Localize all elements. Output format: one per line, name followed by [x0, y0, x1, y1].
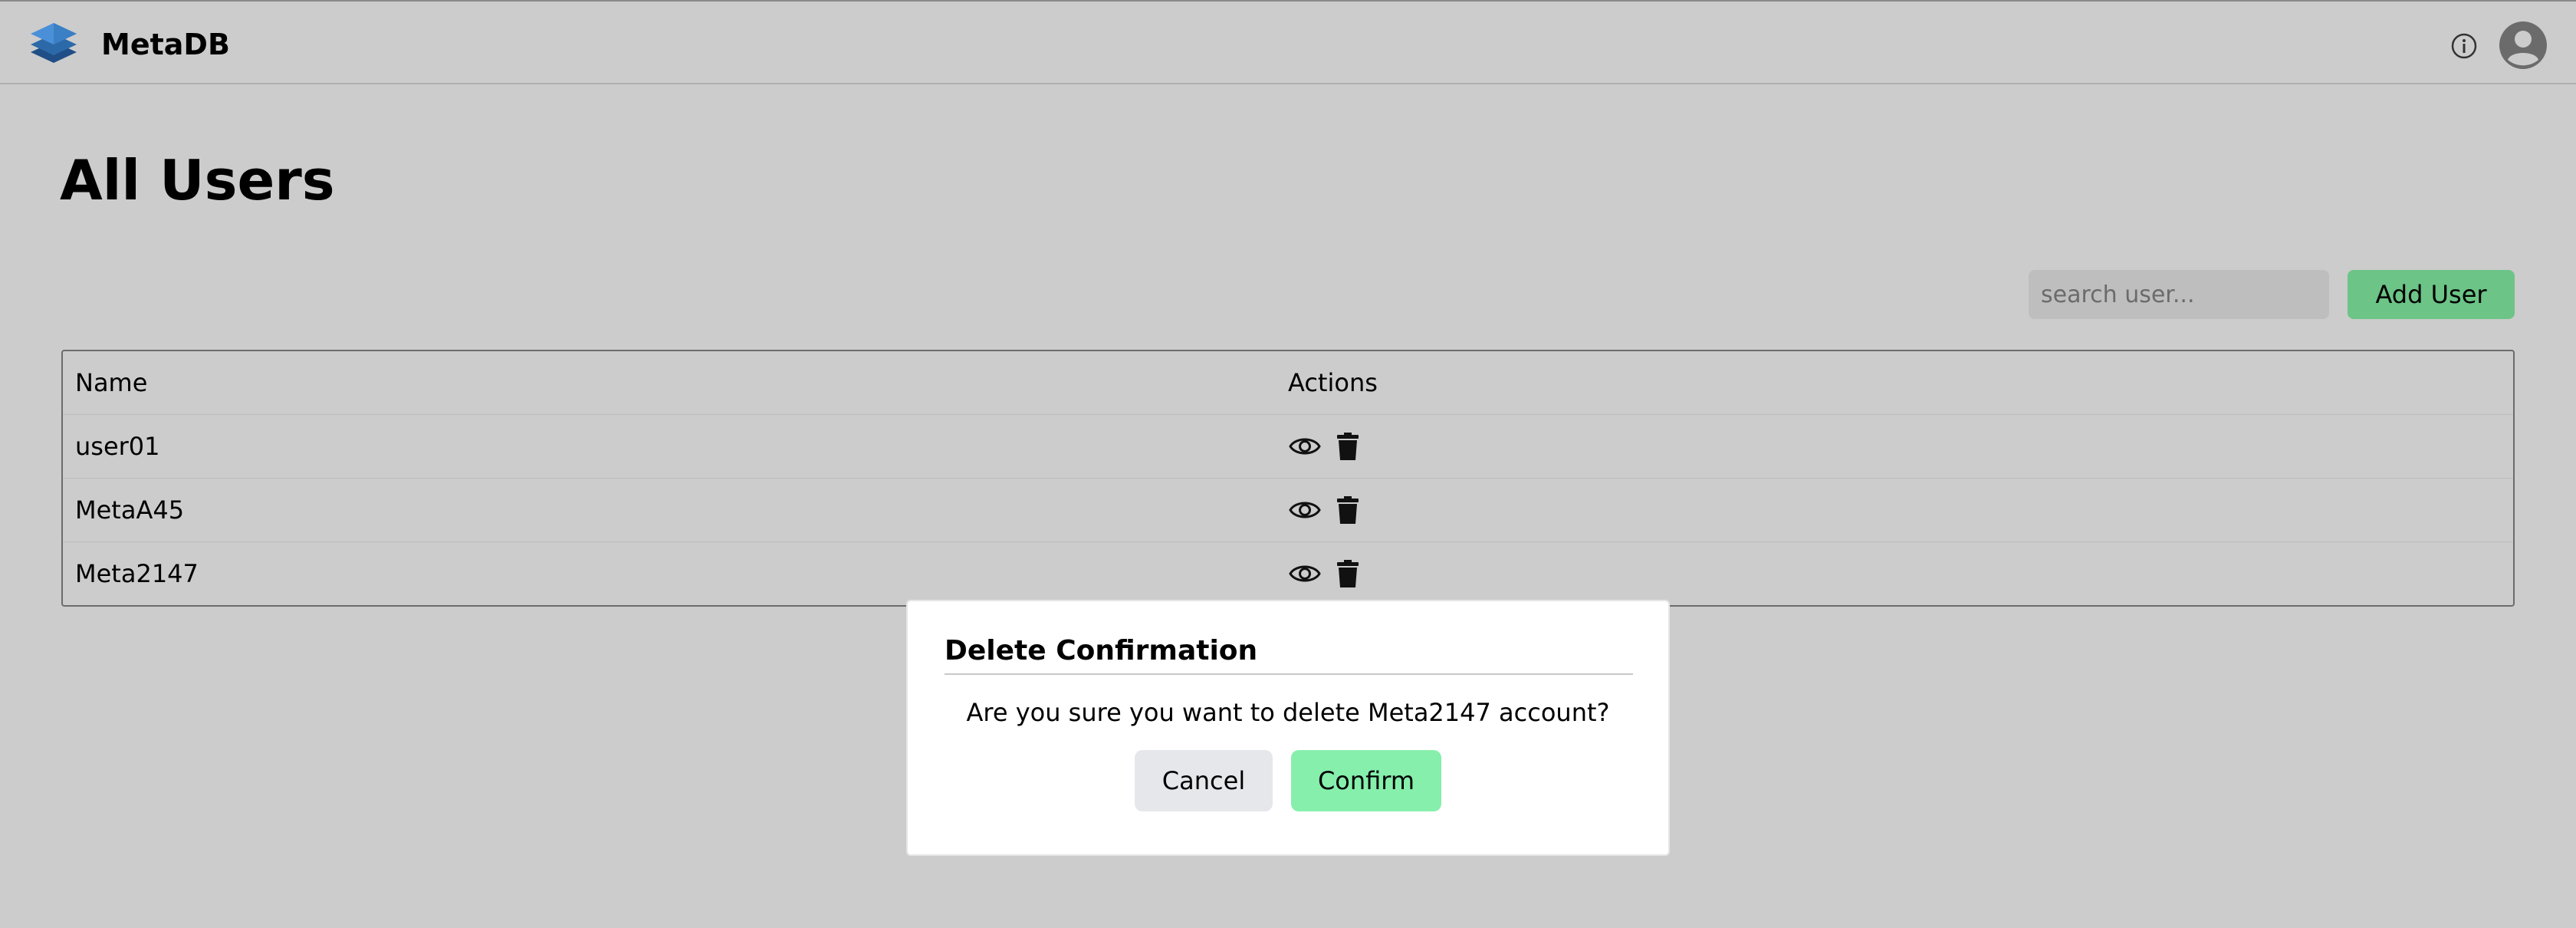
info-icon[interactable] — [2450, 32, 2478, 60]
modal-title: Delete Confirmation — [945, 635, 1258, 666]
table-row: MetaA45 — [63, 478, 2513, 541]
page-title: All Users — [60, 148, 335, 212]
confirm-button[interactable]: Confirm — [1291, 750, 1441, 811]
user-name-cell: MetaA45 — [75, 495, 185, 525]
cancel-button[interactable]: Cancel — [1135, 750, 1273, 811]
top-navbar: MetaDB — [0, 0, 2576, 84]
table-row: Meta2147 — [63, 541, 2513, 605]
eye-icon[interactable] — [1288, 429, 1322, 463]
layers-icon[interactable] — [29, 18, 78, 69]
actions-cell — [1288, 415, 1359, 478]
users-table: Name Actions user01 MetaA45 Meta2147 — [61, 350, 2515, 607]
modal-divider — [945, 673, 1633, 675]
brand-name[interactable]: MetaDB — [101, 25, 230, 64]
trash-icon[interactable] — [1337, 560, 1359, 587]
column-header-name: Name — [75, 368, 148, 397]
delete-confirmation-modal: Delete Confirmation Are you sure you wan… — [906, 600, 1670, 856]
eye-icon[interactable] — [1288, 493, 1322, 527]
search-input[interactable] — [2029, 270, 2329, 319]
actions-cell — [1288, 479, 1359, 541]
table-header-row: Name Actions — [63, 351, 2513, 414]
actions-cell — [1288, 542, 1359, 605]
user-name-cell: user01 — [75, 432, 160, 461]
trash-icon[interactable] — [1337, 496, 1359, 524]
eye-icon[interactable] — [1288, 557, 1322, 591]
trash-icon[interactable] — [1337, 433, 1359, 460]
add-user-button[interactable]: Add User — [2348, 270, 2515, 319]
table-row: user01 — [63, 414, 2513, 478]
modal-message: Are you sure you want to delete Meta2147… — [966, 698, 1610, 727]
user-circle-icon[interactable] — [2499, 21, 2547, 69]
column-header-actions: Actions — [1288, 368, 1378, 397]
user-name-cell: Meta2147 — [75, 559, 199, 588]
